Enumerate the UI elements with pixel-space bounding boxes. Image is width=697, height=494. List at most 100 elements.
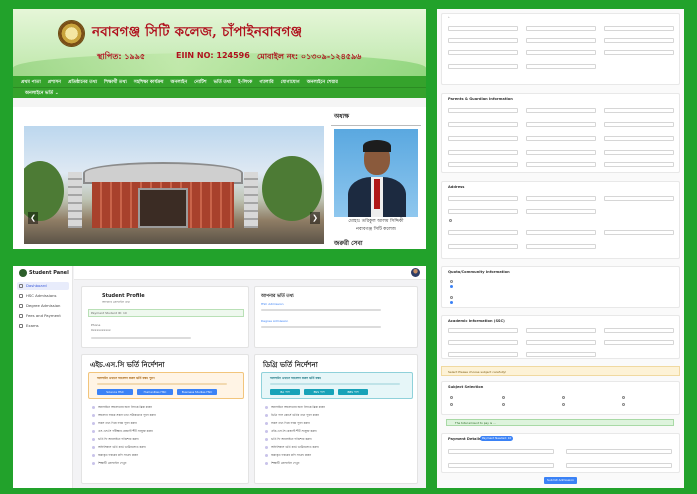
form-field[interactable]: [526, 38, 596, 43]
radio[interactable]: [502, 396, 505, 399]
form-field[interactable]: [566, 449, 672, 454]
form-field[interactable]: [526, 328, 596, 333]
form-field[interactable]: [448, 352, 518, 357]
nav-item[interactable]: শিক্ষার্থী তথ্য: [104, 78, 127, 86]
section-title: Subject Selection: [448, 385, 484, 389]
list-item: সকল তথ্য দিয়ে ফরম পূরণ করুন: [92, 421, 137, 426]
form-field[interactable]: [448, 449, 554, 454]
same-address-checkbox[interactable]: [449, 219, 452, 222]
sidebar-item-degree[interactable]: Degree Admission: [17, 302, 69, 310]
form-field[interactable]: [448, 328, 518, 333]
back-icon[interactable]: ←: [448, 16, 450, 19]
humanities-hsc-button[interactable]: Humanities HSC: [137, 389, 173, 395]
form-field[interactable]: [526, 209, 596, 214]
bbs-pass-button[interactable]: BBS পাস: [338, 389, 368, 395]
radio[interactable]: [450, 403, 453, 406]
form-field[interactable]: [604, 108, 674, 113]
form-field[interactable]: [604, 50, 674, 55]
profile-sub: আপনার প্রোফাইল তথ্য: [102, 300, 131, 304]
radio[interactable]: [562, 396, 565, 399]
form-field[interactable]: [526, 340, 596, 345]
radio[interactable]: [622, 403, 625, 406]
ba-pass-button[interactable]: BA পাস: [270, 389, 300, 395]
submit-button[interactable]: Submit Admission: [544, 477, 577, 484]
slider-next-arrow[interactable]: ❯: [310, 212, 320, 224]
nav-item[interactable]: নোটিশ: [194, 78, 206, 86]
form-field[interactable]: [448, 136, 518, 141]
form-field[interactable]: [448, 162, 518, 167]
form-field[interactable]: [604, 122, 674, 127]
ok-text: The total amount to pay is ...: [455, 421, 496, 425]
form-field[interactable]: [604, 196, 674, 201]
form-field[interactable]: [604, 230, 674, 235]
radio[interactable]: [502, 403, 505, 406]
radio[interactable]: [450, 301, 453, 304]
radio[interactable]: [450, 396, 453, 399]
form-field[interactable]: [604, 328, 674, 333]
form-field[interactable]: [526, 108, 596, 113]
form-field[interactable]: [448, 50, 518, 55]
sidebar-item-dashboard[interactable]: Dashboard: [17, 282, 69, 290]
sidebar-item-exams[interactable]: Exams: [17, 322, 69, 330]
form-field[interactable]: [526, 244, 596, 249]
form-field[interactable]: [448, 209, 518, 214]
form-field[interactable]: [526, 122, 596, 127]
radio[interactable]: [622, 396, 625, 399]
form-field[interactable]: [526, 136, 596, 141]
radio[interactable]: [562, 403, 565, 406]
form-field[interactable]: [604, 38, 674, 43]
form-field[interactable]: [526, 196, 596, 201]
form-field[interactable]: [604, 26, 674, 31]
payment-section: Payment Details Payment Needed: 10: [441, 433, 680, 473]
nav-item[interactable]: ভর্তি তথ্য: [214, 78, 232, 86]
business-hsc-button[interactable]: Business Studies HSC: [177, 389, 217, 395]
sidebar-item-label: Degree Admission: [26, 303, 61, 308]
form-field[interactable]: [448, 244, 518, 249]
sidebar-item-hsc[interactable]: HSC Admissions: [17, 292, 69, 300]
nav-item[interactable]: অনলাইন: [171, 78, 188, 86]
avatar[interactable]: [411, 268, 420, 277]
radio[interactable]: [450, 296, 453, 299]
form-field[interactable]: [448, 230, 518, 235]
form-field[interactable]: [448, 463, 554, 468]
nav-item[interactable]: যোগাযোগ: [281, 78, 300, 86]
form-field[interactable]: [526, 26, 596, 31]
sidebar-item-label: Exams: [26, 323, 39, 328]
nav-item[interactable]: গ্যালারি: [259, 78, 273, 86]
form-field[interactable]: [448, 38, 518, 43]
radio[interactable]: [450, 285, 453, 288]
nav-item[interactable]: সহশিক্ষা কার্যক্রম: [134, 78, 164, 86]
nav-online-admission[interactable]: অনলাইনে ভর্তি ⌄: [25, 89, 59, 97]
form-field[interactable]: [448, 122, 518, 127]
sidebar-item-fees[interactable]: Fees and Payment: [17, 312, 69, 320]
form-field[interactable]: [526, 150, 596, 155]
list-item: শিক্ষার্থী প্রোফাইল দেখুন: [92, 461, 126, 466]
science-hsc-button[interactable]: Science HSC: [97, 389, 133, 395]
bss-pass-button[interactable]: BSS পাস: [304, 389, 334, 395]
form-field[interactable]: [448, 26, 518, 31]
form-field[interactable]: [604, 136, 674, 141]
form-field[interactable]: [604, 162, 674, 167]
nav-item[interactable]: অনলাইনে শেয়ার: [307, 78, 338, 86]
college-banner: নবাবগঞ্জ সিটি কলেজ, চাঁপাইনবাবগঞ্জ স্থাপ…: [13, 9, 426, 76]
form-field[interactable]: [526, 162, 596, 167]
list-item: ভর্তি ফি অনলাইনে পরিশোধ করুন: [265, 437, 312, 442]
form-field[interactable]: [526, 352, 596, 357]
form-field[interactable]: [526, 230, 596, 235]
form-field[interactable]: [566, 463, 672, 468]
slider-prev-arrow[interactable]: ❮: [28, 212, 38, 224]
form-field[interactable]: [526, 50, 596, 55]
radio[interactable]: [450, 280, 453, 283]
form-field[interactable]: [604, 340, 674, 345]
form-field[interactable]: [604, 150, 674, 155]
form-field[interactable]: [448, 340, 518, 345]
form-field[interactable]: [448, 196, 518, 201]
nav-item[interactable]: প্রশাসন: [48, 78, 61, 86]
form-field[interactable]: [448, 150, 518, 155]
photo-upload-field[interactable]: [526, 64, 596, 69]
nav-item[interactable]: প্রথম পাতা: [21, 78, 41, 86]
form-field[interactable]: [448, 108, 518, 113]
form-field[interactable]: [448, 64, 518, 69]
nav-item[interactable]: ই-লিংক: [238, 78, 252, 86]
nav-item[interactable]: প্রতিষ্ঠানের তথ্য: [68, 78, 97, 86]
